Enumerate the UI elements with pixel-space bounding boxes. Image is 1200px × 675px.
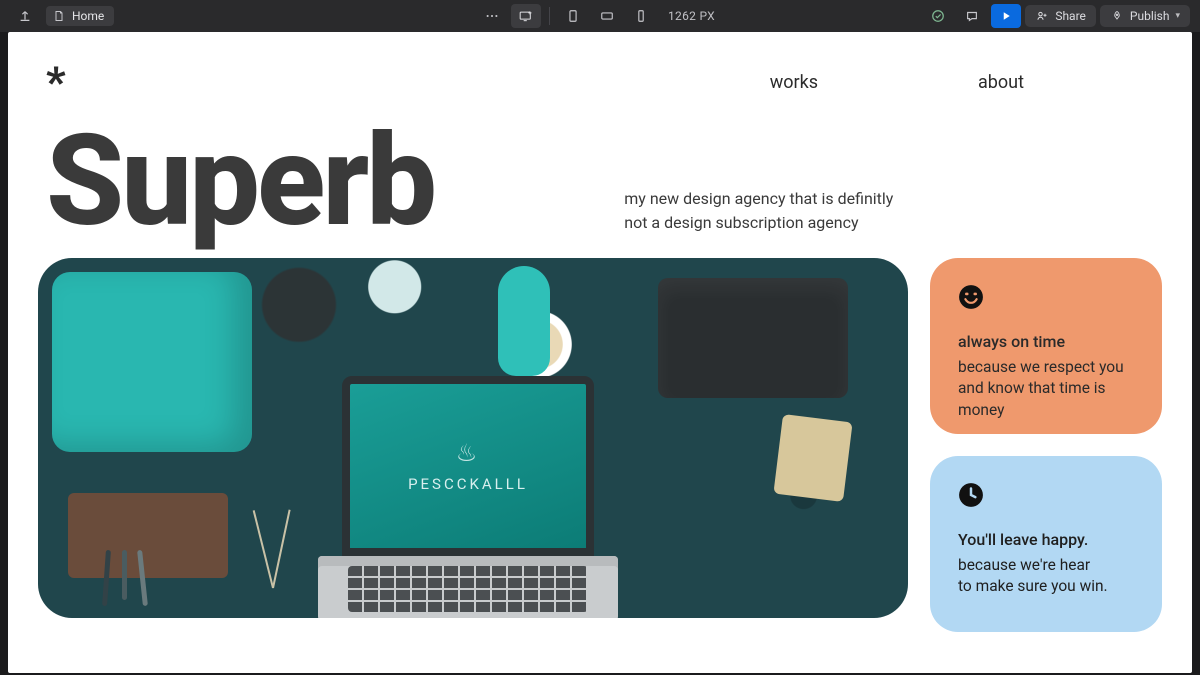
clock-icon [958, 482, 984, 508]
comments-button[interactable] [957, 4, 987, 28]
card-body: because we're hear to make sure you win. [958, 555, 1134, 598]
feature-card-happy[interactable]: You'll leave happy. because we're hear t… [930, 456, 1162, 632]
breakpoint-desktop-button[interactable] [511, 4, 541, 28]
share-button[interactable]: Share [1025, 5, 1096, 27]
site-nav: works about [770, 62, 1154, 93]
feature-card-on-time[interactable]: always on time because we respect you an… [930, 258, 1162, 434]
upload-button[interactable] [10, 4, 40, 28]
nav-link-works[interactable]: works [770, 72, 818, 93]
breakpoint-tablet-portrait-button[interactable] [558, 4, 588, 28]
breakpoint-tablet-landscape-button[interactable] [592, 4, 622, 28]
flame-icon: ♨ [456, 439, 481, 467]
hero-tagline: my new design agency that is definitly n… [624, 187, 904, 233]
page-tab-home[interactable]: Home [46, 6, 114, 26]
hero-body: ♨ PESCCKALLL always on time because we r… [8, 242, 1192, 632]
card-body: because we respect you and know that tim… [958, 357, 1134, 422]
rocket-icon [1110, 9, 1124, 23]
hero-top: Superb my new design agency that is defi… [8, 104, 1192, 242]
site-logo[interactable]: * [46, 62, 64, 104]
breakpoint-width-label: 1262 PX [660, 9, 723, 23]
ellipsis-icon [485, 9, 499, 23]
tablet-portrait-icon [566, 9, 580, 23]
design-canvas[interactable]: * works about Superb my new design agenc… [8, 32, 1192, 673]
upload-icon [18, 9, 32, 23]
more-button[interactable] [477, 4, 507, 28]
status-ok-button[interactable] [923, 4, 953, 28]
app-toolbar: Home 1262 PX [0, 0, 1200, 32]
hero-image-bottle [498, 266, 550, 376]
publish-button[interactable]: Publish ▾ [1100, 5, 1190, 27]
page-tab-label: Home [72, 9, 104, 23]
hero-image-pens [98, 550, 218, 610]
card-title: You'll leave happy. [958, 530, 1134, 549]
preview-play-button[interactable] [991, 4, 1021, 28]
hero-image-laptop-logo: PESCCKALLL [408, 475, 528, 493]
toolbar-center: 1262 PX [477, 4, 723, 28]
toolbar-divider [549, 7, 550, 25]
desktop-add-icon [519, 9, 533, 23]
hero-image-wallet [658, 278, 848, 398]
play-icon [999, 9, 1013, 23]
comment-icon [965, 9, 979, 23]
hero-image-card [773, 414, 852, 502]
hero-title: Superb [46, 122, 434, 242]
card-title: always on time [958, 332, 1134, 351]
page-icon [52, 9, 66, 23]
phone-icon [634, 9, 648, 23]
chevron-down-icon: ▾ [1175, 11, 1180, 21]
toolbar-right: Share Publish ▾ [923, 4, 1190, 28]
breakpoint-phone-button[interactable] [626, 4, 656, 28]
nav-link-about[interactable]: about [978, 72, 1024, 93]
smile-icon [958, 284, 984, 310]
publish-label: Publish [1130, 9, 1170, 23]
hero-image-twig [248, 498, 298, 588]
hero-image: ♨ PESCCKALLL [38, 258, 908, 618]
check-circle-icon [931, 9, 945, 23]
tablet-landscape-icon [600, 9, 614, 23]
person-plus-icon [1035, 9, 1049, 23]
hero-image-laptop: ♨ PESCCKALLL [318, 376, 618, 618]
feature-cards: always on time because we respect you an… [930, 258, 1162, 632]
share-label: Share [1055, 9, 1086, 23]
site-header: * works about [8, 32, 1192, 104]
hero-image-bag [52, 272, 252, 452]
